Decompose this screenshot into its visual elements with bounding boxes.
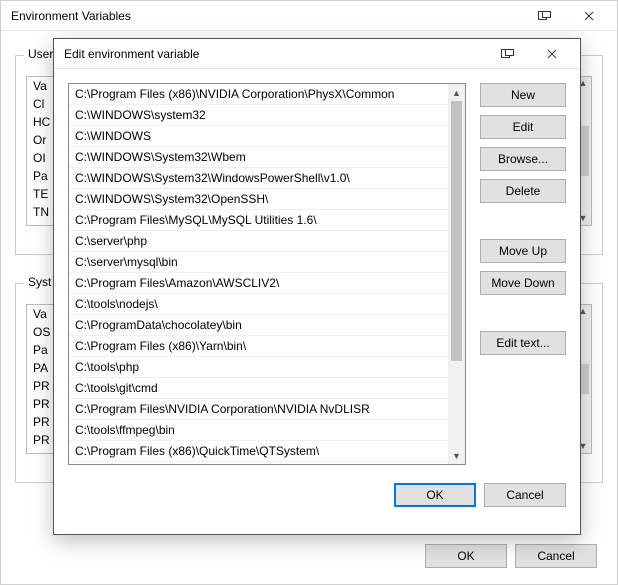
scrollbar-thumb[interactable] xyxy=(451,101,462,361)
path-list-item[interactable]: C:\WINDOWS xyxy=(69,126,448,147)
parent-footer: OK Cancel xyxy=(425,530,611,578)
path-list-item[interactable]: C:\ProgramData\chocolatey\bin xyxy=(69,315,448,336)
path-list-item[interactable]: C:\tools\ffmpeg\bin xyxy=(69,420,448,441)
edit-button[interactable]: Edit xyxy=(480,115,566,139)
move-down-button[interactable]: Move Down xyxy=(480,271,566,295)
parent-ok-button[interactable]: OK xyxy=(425,544,507,568)
path-list-item[interactable]: C:\WINDOWS\system32 xyxy=(69,105,448,126)
dialog-ok-button[interactable]: OK xyxy=(394,483,476,507)
new-button[interactable]: New xyxy=(480,83,566,107)
parent-close-icon[interactable] xyxy=(567,2,611,30)
path-list-item[interactable]: C:\Program Files\MySQL\MySQL Utilities 1… xyxy=(69,210,448,231)
path-list-item[interactable]: C:\Program Files (x86)\QuickTime\QTSyste… xyxy=(69,441,448,462)
path-list-item[interactable]: C:\Program Files\NVIDIA Corporation\NVID… xyxy=(69,399,448,420)
path-list[interactable]: C:\Program Files (x86)\NVIDIA Corporatio… xyxy=(68,83,466,465)
move-up-button[interactable]: Move Up xyxy=(480,239,566,263)
path-list-item[interactable]: C:\Program Files\Amazon\AWSCLIV2\ xyxy=(69,273,448,294)
path-list-item[interactable]: C:\tools\git\cmd xyxy=(69,378,448,399)
dialog-close-icon[interactable] xyxy=(530,40,574,68)
path-list-item[interactable]: C:\WINDOWS\System32\WindowsPowerShell\v1… xyxy=(69,168,448,189)
browse-button[interactable]: Browse... xyxy=(480,147,566,171)
delete-button[interactable]: Delete xyxy=(480,179,566,203)
dialog-titlebar: Edit environment variable xyxy=(54,39,580,69)
dialog-maximize-icon[interactable] xyxy=(486,40,530,68)
system-group-label: Syst xyxy=(24,275,55,289)
path-list-scrollbar[interactable]: ▲ ▼ xyxy=(448,84,465,464)
path-list-item[interactable]: C:\Program Files (x86)\Yarn\bin\ xyxy=(69,336,448,357)
path-list-item[interactable]: C:\Program Files\dotnet\ xyxy=(69,462,448,464)
dialog-title: Edit environment variable xyxy=(64,47,486,61)
parent-titlebar: Environment Variables xyxy=(1,1,617,31)
path-list-item[interactable]: C:\WINDOWS\System32\OpenSSH\ xyxy=(69,189,448,210)
parent-cancel-button[interactable]: Cancel xyxy=(515,544,597,568)
edit-env-var-dialog: Edit environment variable C:\Program Fil… xyxy=(53,38,581,535)
dialog-side-buttons: New Edit Browse... Delete Move Up Move D… xyxy=(480,83,566,465)
path-list-item[interactable]: C:\tools\php xyxy=(69,357,448,378)
path-list-item[interactable]: C:\tools\nodejs\ xyxy=(69,294,448,315)
dialog-cancel-button[interactable]: Cancel xyxy=(484,483,566,507)
path-list-item[interactable]: C:\server\mysql\bin xyxy=(69,252,448,273)
parent-title: Environment Variables xyxy=(11,9,523,23)
parent-maximize-icon[interactable] xyxy=(523,2,567,30)
edit-text-button[interactable]: Edit text... xyxy=(480,331,566,355)
dialog-footer: OK Cancel xyxy=(54,479,580,521)
path-list-item[interactable]: C:\Program Files (x86)\NVIDIA Corporatio… xyxy=(69,84,448,105)
dialog-body: C:\Program Files (x86)\NVIDIA Corporatio… xyxy=(54,69,580,479)
path-list-item[interactable]: C:\server\php xyxy=(69,231,448,252)
path-list-item[interactable]: C:\WINDOWS\System32\Wbem xyxy=(69,147,448,168)
